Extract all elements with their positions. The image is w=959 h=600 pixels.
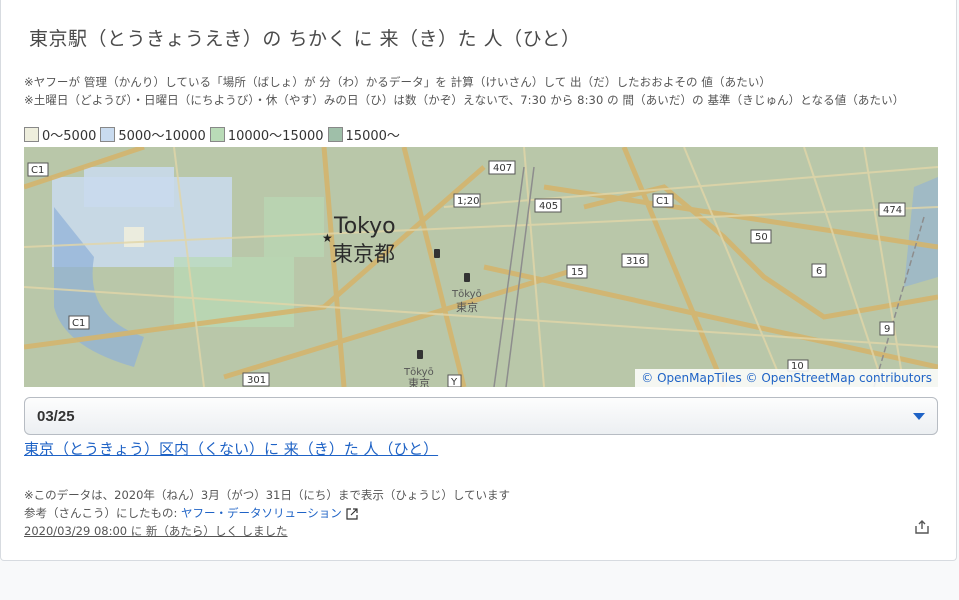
legend-label: 15000〜 bbox=[345, 129, 400, 144]
note-line-1: ※ヤフーが 管理（かんり）している「場所（ばしょ）が 分（わ）かるデータ」を 計… bbox=[24, 75, 772, 89]
route-shield: 6 bbox=[816, 266, 822, 277]
legend: 0〜5000 5000〜10000 10000〜15000 15000〜 bbox=[24, 125, 404, 144]
route-shield: 316 bbox=[626, 256, 645, 267]
route-shield: C1 bbox=[656, 196, 669, 207]
openmaptiles-link[interactable]: © OpenMapTiles bbox=[641, 371, 741, 385]
date-select[interactable]: 03/25 bbox=[24, 397, 938, 435]
external-link-icon bbox=[346, 507, 358, 520]
legend-swatch bbox=[209, 127, 225, 142]
route-shield: 15 bbox=[571, 267, 584, 278]
route-shield: C1 bbox=[72, 318, 85, 329]
content-card: 東京駅（とうきょうえき）の ちかく に 来（き）た 人（ひと） ※ヤフーが 管理… bbox=[0, 0, 957, 561]
route-shield: 474 bbox=[883, 205, 902, 216]
map-label-station-jp: 東京 bbox=[456, 300, 478, 314]
tokyo-ward-link[interactable]: 東京（とうきょう）区内（くない）に 来（き）た 人（ひと） bbox=[24, 438, 438, 459]
map-attribution: © OpenMapTiles © OpenStreetMap contribut… bbox=[635, 369, 938, 387]
legend-label: 5000〜10000 bbox=[118, 129, 206, 144]
legend-item: 0〜5000 bbox=[24, 125, 96, 144]
route-shield: 1;20 bbox=[457, 196, 479, 207]
chevron-down-icon bbox=[913, 413, 925, 420]
legend-item: 5000〜10000 bbox=[100, 125, 206, 144]
page-title: 東京駅（とうきょうえき）の ちかく に 来（き）た 人（ひと） bbox=[29, 28, 581, 50]
map-label-tokyo-jp: 東京都 bbox=[332, 242, 395, 266]
legend-item: 10000〜15000 bbox=[209, 125, 324, 144]
reference-prefix: 参考（さんこう）にしたもの: bbox=[24, 506, 182, 520]
legend-label: 10000〜15000 bbox=[227, 129, 324, 144]
heatmap-map[interactable]: ★ Tokyo 東京都 Tōkyō 東京 Tōkyō 東京 C1 407 1;2… bbox=[24, 147, 938, 387]
route-shield: Y bbox=[450, 377, 458, 387]
legend-item: 15000〜 bbox=[327, 125, 400, 144]
legend-swatch bbox=[327, 127, 343, 142]
route-shield: C1 bbox=[31, 165, 44, 176]
legend-swatch bbox=[24, 127, 39, 142]
date-select-value: 03/25 bbox=[37, 408, 75, 425]
legend-swatch bbox=[100, 127, 116, 142]
yahoo-data-solution-link[interactable]: ヤフー・データソリューション bbox=[181, 506, 342, 520]
route-shield: 301 bbox=[247, 375, 266, 386]
route-shield: 407 bbox=[493, 163, 512, 174]
map-label-station-romaji: Tōkyō bbox=[451, 289, 482, 300]
map-label-station2-jp: 東京 bbox=[408, 376, 430, 387]
last-updated: 2020/03/29 08:00 に 新（あたら）しく しました bbox=[24, 524, 288, 538]
route-shield: 50 bbox=[755, 232, 768, 243]
map-label-tokyo-en: Tokyo bbox=[333, 214, 396, 239]
data-period-note: ※このデータは、2020年（ねん）3月（がつ）31日（にち）まで表示（ひょうじ）… bbox=[24, 488, 511, 502]
legend-label: 0〜5000 bbox=[42, 129, 97, 144]
share-icon[interactable] bbox=[914, 519, 930, 535]
reference-line: 参考（さんこう）にしたもの: ヤフー・データソリューション bbox=[24, 505, 358, 521]
route-shield: 9 bbox=[884, 324, 890, 335]
route-shield: 405 bbox=[539, 201, 558, 212]
map-canvas[interactable]: ★ Tokyo 東京都 Tōkyō 東京 Tōkyō 東京 C1 407 1;2… bbox=[24, 147, 938, 387]
note-line-2: ※土曜日（どようび）・日曜日（にちようび）・休（やす）みの日（ひ）は数（かぞ）え… bbox=[24, 93, 905, 107]
openstreetmap-link[interactable]: © OpenStreetMap contributors bbox=[746, 371, 932, 385]
